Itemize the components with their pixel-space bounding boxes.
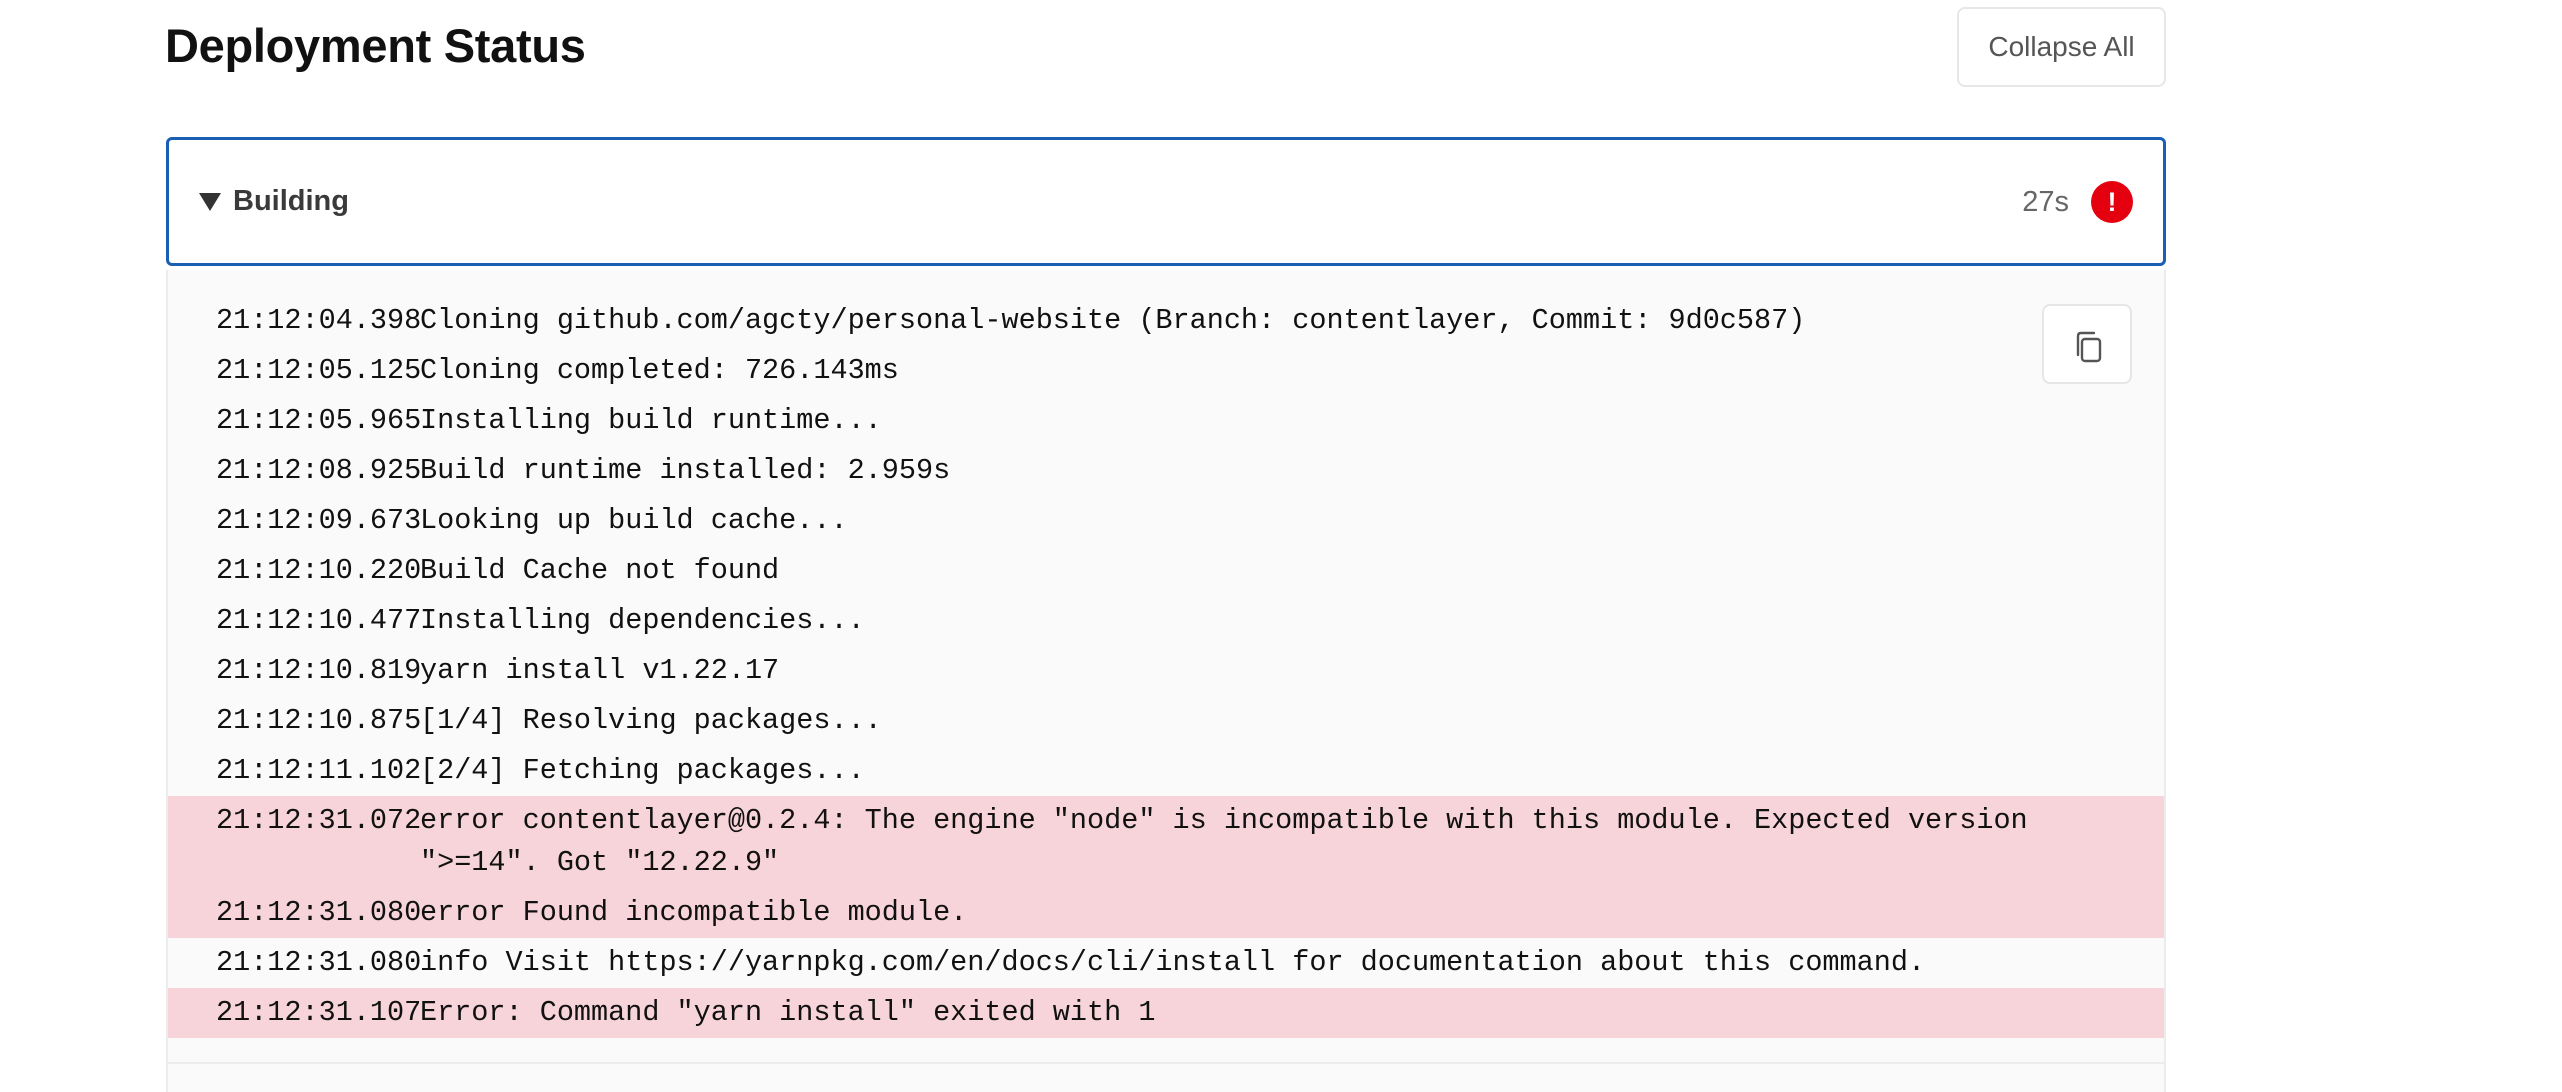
step-duration: 27s — [2022, 186, 2069, 218]
log-message: Error: Command "yarn install" exited wit… — [420, 996, 1156, 1029]
log-timestamp: 21:12:31.072 — [216, 804, 422, 837]
log-timestamp: 21:12:31.080 — [216, 946, 422, 979]
log-timestamp: 21:12:04.398 — [216, 304, 422, 337]
step-label: Building — [233, 185, 349, 217]
page-title: Deployment Status — [165, 19, 586, 72]
log-line: 21:12:08.925 Build runtime installed: 2.9… — [168, 446, 2164, 496]
log-line: 21:12:05.965 Installing build runtime... — [168, 396, 2164, 446]
log-timestamp: 21:12:31.107 — [216, 996, 422, 1029]
log-message: yarn install v1.22.17 — [420, 654, 780, 687]
log-message: error contentlayer@0.2.4: The engine "no… — [420, 804, 2045, 879]
log-message: Installing dependencies... — [420, 604, 865, 637]
log-message: Build runtime installed: 2.959s — [420, 454, 951, 487]
log-line: 21:12:09.673 Looking up build cache... — [168, 496, 2164, 546]
building-step-header[interactable]: Building 27s ! — [166, 137, 2166, 266]
deployment-status-page: Deployment Status Collapse All Building … — [0, 0, 2562, 1092]
log-timestamp: 21:12:10.477 — [216, 604, 422, 637]
copy-icon — [2076, 331, 2102, 363]
log-footer-divider — [166, 1062, 2166, 1064]
caret-down-icon — [199, 193, 221, 211]
build-log-panel: 21:12:04.398 Cloning github.com/agcty/per… — [166, 270, 2166, 1092]
log-message: Installing build runtime... — [420, 404, 882, 437]
log-timestamp: 21:12:05.125 — [216, 354, 422, 387]
log-message: [1/4] Resolving packages... — [420, 704, 882, 737]
log-message: [2/4] Fetching packages... — [420, 754, 865, 787]
error-alert-icon: ! — [2091, 181, 2133, 223]
log-line: 21:12:04.398 Cloning github.com/agcty/per… — [168, 296, 2164, 346]
log-line: 21:12:11.102 [2/4] Fetching packages... — [168, 746, 2164, 796]
log-timestamp: 21:12:11.102 — [216, 754, 422, 787]
copy-log-button[interactable] — [2042, 304, 2132, 384]
log-message: info Visit https://yarnpkg.com/en/docs/c… — [420, 946, 1926, 979]
log-message: Build Cache not found — [420, 554, 780, 587]
log-line-error: 21:12:31.107 Error: Command "yarn install… — [168, 988, 2164, 1038]
log-line: 21:12:10.819 yarn install v1.22.17 — [168, 646, 2164, 696]
log-timestamp: 21:12:31.080 — [216, 896, 422, 929]
log-line: 21:12:05.125 Cloning completed: 726.143ms — [168, 346, 2164, 396]
log-message: Looking up build cache... — [420, 504, 848, 537]
log-lines: 21:12:04.398 Cloning github.com/agcty/per… — [168, 296, 2164, 1038]
log-timestamp: 21:12:10.875 — [216, 704, 422, 737]
log-timestamp: 21:12:05.965 — [216, 404, 422, 437]
log-message: Cloning github.com/agcty/personal-websit… — [420, 304, 1806, 337]
log-line: 21:12:10.477 Installing dependencies... — [168, 596, 2164, 646]
log-line-error: 21:12:31.072 error contentlayer@0.2.4: Th… — [168, 796, 2164, 888]
log-timestamp: 21:12:09.673 — [216, 504, 422, 537]
log-timestamp: 21:12:10.819 — [216, 654, 422, 687]
log-message: error Found incompatible module. — [420, 896, 968, 929]
log-timestamp: 21:12:10.220 — [216, 554, 422, 587]
log-timestamp: 21:12:08.925 — [216, 454, 422, 487]
log-message: Cloning completed: 726.143ms — [420, 354, 899, 387]
log-line: 21:12:10.220 Build Cache not found — [168, 546, 2164, 596]
log-line: 21:12:10.875 [1/4] Resolving packages... — [168, 696, 2164, 746]
collapse-all-button[interactable]: Collapse All — [1957, 7, 2166, 87]
log-line: 21:12:31.080 info Visit https://yarnpkg.c… — [168, 938, 2164, 988]
log-line-error: 21:12:31.080 error Found incompatible mod… — [168, 888, 2164, 938]
